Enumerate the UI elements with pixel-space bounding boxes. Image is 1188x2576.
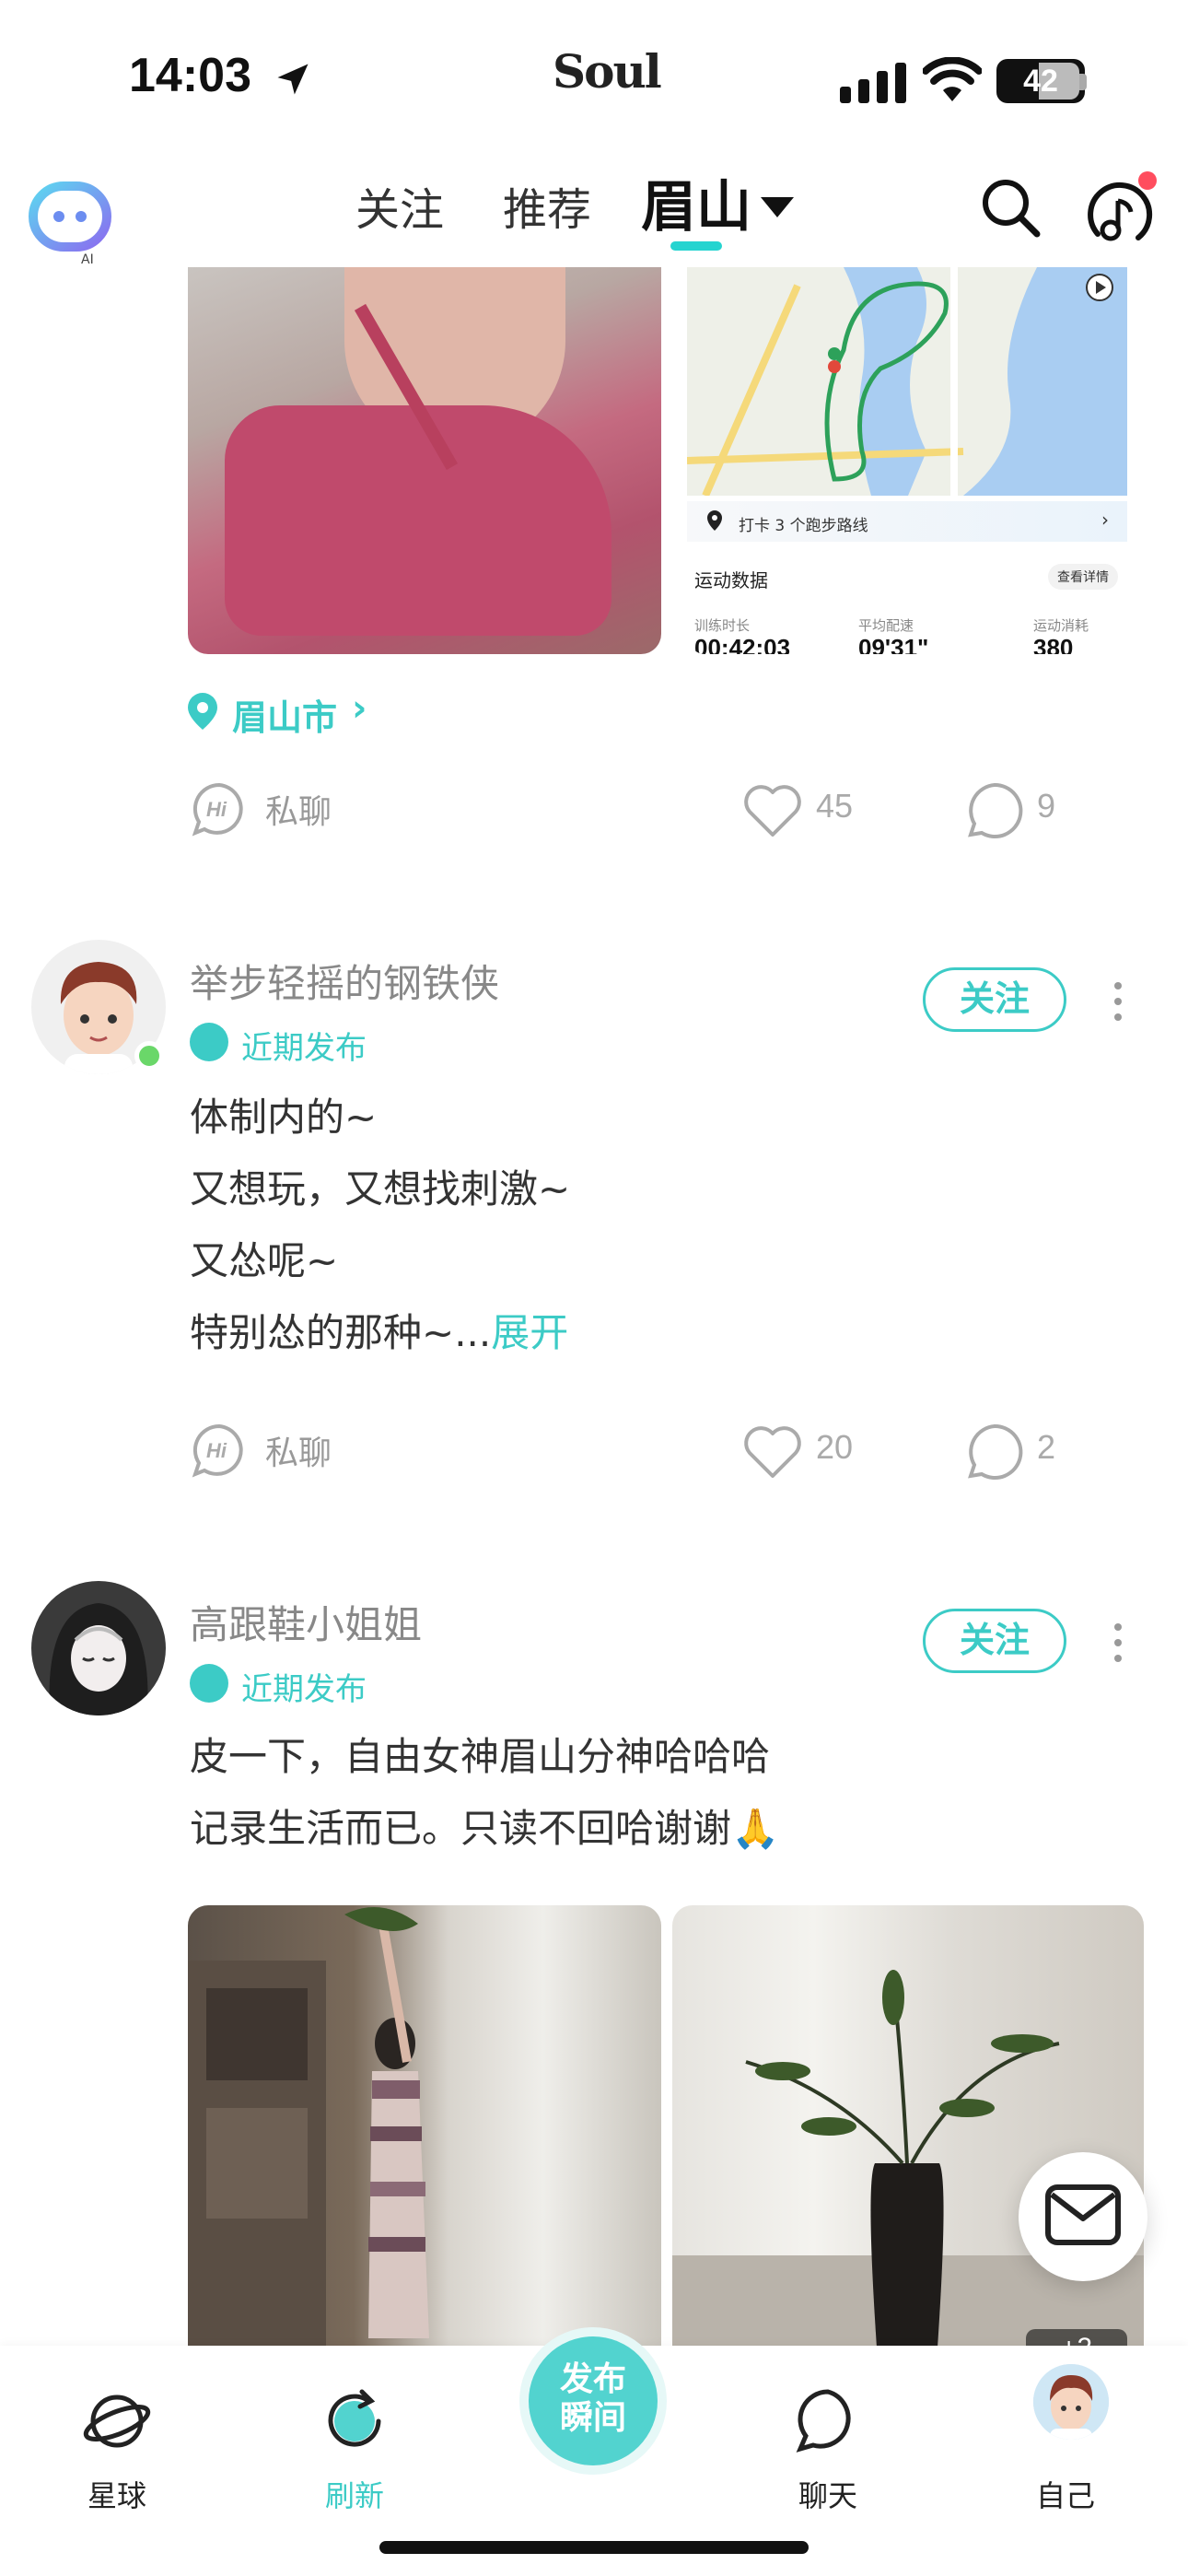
more-options-icon[interactable] [1107,978,1129,1025]
wifi-icon [923,57,982,101]
tab-label: 自己 [1035,2478,1095,2513]
soul-ai-logo[interactable]: AI [28,177,116,265]
run-title: 运动数据 [694,569,768,591]
active-tab-indicator [670,241,722,251]
chevron-right-icon: › [1101,509,1109,531]
route-text: 打卡 3 个跑步路线 [739,517,868,535]
battery-tip [1079,74,1087,90]
user-icon [190,1664,228,1703]
stat-label: 平均配速 [858,617,914,634]
hi-chat-icon[interactable]: Hi [192,781,247,837]
tab-label: 星球 [87,2478,146,2513]
comment-count: 2 [1037,1428,1056,1466]
caret-down-icon[interactable] [757,193,798,219]
stat-value: 00:42:03 [694,634,791,654]
post-photo[interactable] [188,267,661,654]
running-record-card[interactable]: 打卡 3 个跑步路线 › 运动数据 查看详情 训练时长 00:42:03 平均配… [687,267,1127,654]
feed[interactable]: 打卡 3 个跑步路线 › 运动数据 查看详情 训练时长 00:42:03 平均配… [0,267,1188,2346]
user-icon [190,1023,228,1061]
tab-city[interactable]: 眉山 [641,162,751,242]
top-nav: AI 关注 推荐 眉山 [0,157,1188,276]
post-photo[interactable] [188,1905,661,2346]
post-text[interactable]: 皮一下，自由女神眉山分神哈哈哈 记录生活而已。只读不回哈谢谢🙏 [190,1721,779,1865]
run-detail-button[interactable]: 查看详情 [1048,564,1118,590]
post-line: 又怂呢~ [190,1238,339,1283]
tab-label: 刷新 [324,2478,384,2513]
online-status-dot [134,1041,164,1071]
stat-value: 380 [1033,634,1074,654]
tab-chat[interactable]: 聊天 [759,2366,897,2513]
post-header: 举步轻摇的钢铁侠 近期发布 关注 [0,940,1188,1087]
post-actions: Hi 私聊 20 2 [0,1413,1188,1487]
like-count: 20 [816,1428,854,1466]
location-arrow-icon [277,64,309,95]
status-time: 14:03 [129,49,251,102]
route-bar[interactable]: 打卡 3 个跑步路线 › [687,501,1127,542]
comment-icon[interactable] [965,781,1024,840]
publish-moment-button[interactable]: 发布 瞬间 [529,2336,658,2465]
post-line: 又想玩，又想找刺激~ [190,1166,571,1212]
chevron-right-icon: › [352,687,367,730]
search-icon[interactable] [978,175,1042,240]
post-header: 高跟鞋小姐姐 近期发布 关注 [0,1581,1188,1728]
comment-icon[interactable] [965,1423,1024,1481]
post-line: 记录生活而已。只读不回哈谢谢🙏 [190,1806,780,1851]
svg-text:AI: AI [81,252,94,265]
hi-chat-icon[interactable]: Hi [192,1423,247,1478]
refresh-icon [328,2389,381,2447]
username[interactable]: 高跟鞋小姐姐 [190,1594,422,1650]
private-chat-label[interactable]: 私聊 [265,1426,332,1474]
avatar[interactable] [31,1581,166,1715]
svg-text:Hi: Hi [206,798,227,821]
recent-post-label: 近期发布 [241,1030,367,1067]
chat-icon [796,2389,851,2453]
tab-follow[interactable]: 关注 [355,173,444,238]
home-indicator [379,2541,809,2554]
post-actions: Hi 私聊 45 9 [0,772,1188,846]
battery-indicator: 42 [996,59,1085,103]
message-fab[interactable] [1019,2152,1147,2281]
heart-icon[interactable] [742,783,803,838]
more-photos-badge[interactable]: +2 [1026,2329,1127,2346]
signal-icon [840,63,906,103]
stat-label: 训练时长 [694,617,751,634]
music-chat-icon[interactable] [1081,170,1160,252]
stat-label: 运动消耗 [1033,617,1089,634]
heart-icon[interactable] [742,1424,803,1480]
follow-button[interactable]: 关注 [923,1609,1066,1673]
expand-link[interactable]: 展开 [491,1310,568,1355]
post-text[interactable]: 体制内的~ 又想玩，又想找刺激~ 又怂呢~ 特别怂的那种~...展开 [190,1082,570,1369]
post-line: 特别怂的那种~... [190,1310,492,1355]
publish-label: 瞬间 [559,2399,626,2437]
like-count: 45 [816,787,854,825]
post-line: 体制内的~ [190,1095,378,1140]
mail-icon [1045,2184,1121,2245]
more-options-icon[interactable] [1107,1620,1129,1666]
location-pin-icon [188,693,217,730]
tab-refresh[interactable]: 刷新 [285,2366,424,2513]
recent-post-label: 近期发布 [241,1671,367,1708]
publish-label: 发布 [559,2360,626,2398]
svg-text:Hi: Hi [206,1439,227,1462]
avatar[interactable] [1033,2364,1109,2440]
stat-value: 09'31" [858,634,929,654]
route-pin-icon [707,510,722,531]
tab-label: 聊天 [798,2478,857,2513]
photo-content [188,1907,429,2346]
status-bar: 14:03 Soul 42 [0,0,1188,157]
comment-count: 9 [1037,787,1056,825]
planet-icon [83,2395,151,2448]
tab-recommend[interactable]: 推荐 [503,173,591,238]
status-app-name: Soul [553,44,662,99]
private-chat-label[interactable]: 私聊 [265,785,332,833]
tab-planet[interactable]: 星球 [48,2366,186,2513]
location-name: 眉山市 [232,697,338,738]
follow-button[interactable]: 关注 [923,967,1066,1032]
post-line: 皮一下，自由女神眉山分神哈哈哈 [190,1734,771,1779]
username[interactable]: 举步轻摇的钢铁侠 [190,953,499,1009]
route-map [687,267,1127,496]
